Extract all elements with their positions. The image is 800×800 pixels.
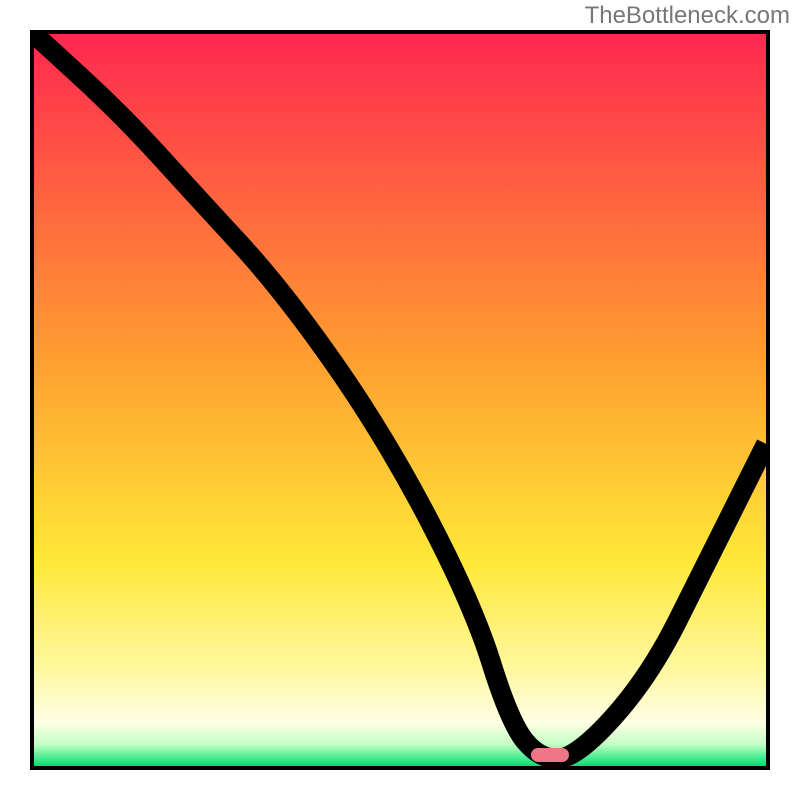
watermark-text: TheBottleneck.com — [585, 2, 790, 30]
optimal-marker — [531, 748, 569, 763]
bottleneck-curve — [34, 34, 766, 759]
bottleneck-chart: TheBottleneck.com — [0, 0, 800, 800]
plot-area — [30, 30, 770, 770]
curve-layer — [34, 34, 766, 766]
